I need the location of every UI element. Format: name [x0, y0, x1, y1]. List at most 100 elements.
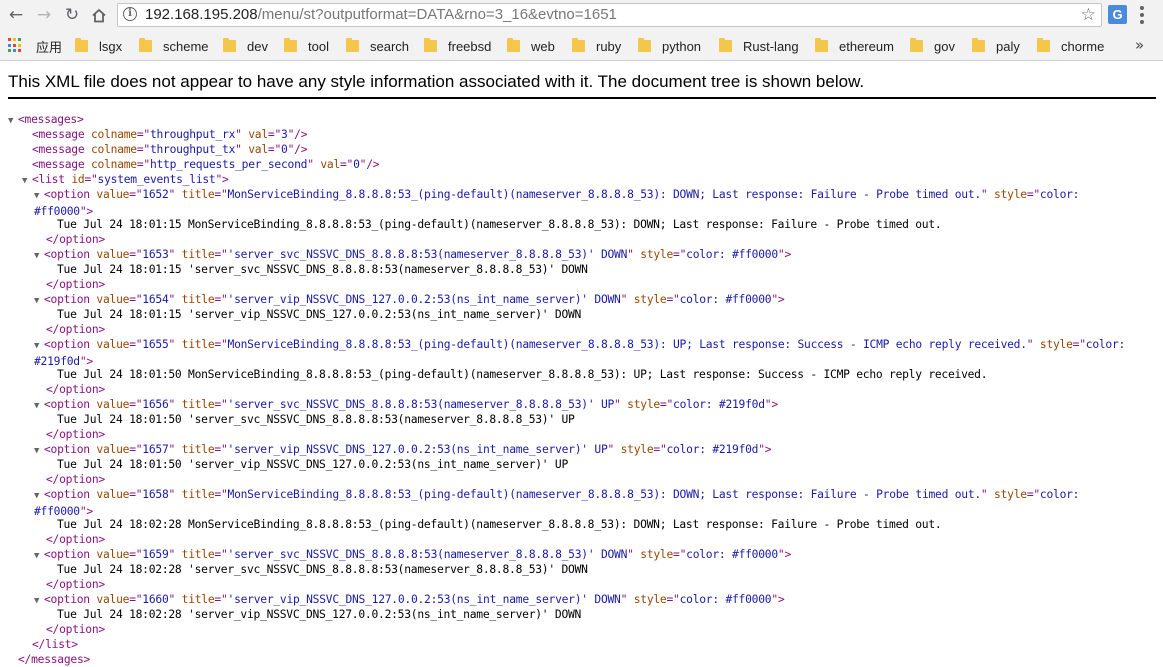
xml-option-text: Tue Jul 24 18:01:15 'server_svc_NSSVC_DN… [57, 263, 588, 276]
bookmark-folder-chorme[interactable]: chorme [1037, 31, 1104, 61]
xml-punct: =" [214, 548, 228, 561]
xml-punct: " [620, 293, 628, 306]
xml-attr-value: 1653 [142, 248, 169, 261]
bookmark-star-icon[interactable]: ☆ [1081, 5, 1096, 25]
xml-punct: =" [129, 548, 143, 561]
bookmark-folder-ethereum[interactable]: ethereum [815, 31, 894, 61]
bookmark-folder-gov[interactable]: gov [910, 31, 955, 61]
xml-punct: =" [129, 398, 143, 411]
xml-message: <message colname="throughput_tx" val="0"… [32, 142, 308, 157]
xml-attr-name: title [181, 338, 215, 351]
collapse-toggle-icon[interactable]: ▼ [34, 489, 44, 504]
xml-option-open: ▼ <option value="1658" title="MonServiceB… [34, 487, 1128, 518]
collapse-toggle-icon[interactable]: ▼ [34, 399, 44, 414]
xml-tag: > [784, 548, 791, 561]
folder-icon [507, 38, 520, 52]
xml-attr-name: title [181, 293, 215, 306]
xml-attr-value: MonServiceBinding_8.8.8.8:53_(ping-defau… [227, 188, 982, 201]
collapse-toggle-icon[interactable]: ▼ [34, 249, 44, 264]
xml-attr-value: system_events_list [97, 173, 216, 186]
back-arrow-icon[interactable]: ← [5, 4, 27, 26]
xml-attr-value: MonServiceBinding_8.8.8.8:53_(ping-defau… [227, 338, 1028, 351]
xml-option-open: ▼ <option value="1657" title="'server_vip… [34, 442, 772, 459]
kebab-menu-icon[interactable] [1140, 6, 1144, 24]
bookmark-label: scheme [163, 38, 209, 54]
xml-punct: =" [136, 158, 150, 171]
apps-grid-icon[interactable] [8, 38, 23, 53]
bookmark-folder-lsgx[interactable]: lsgx [75, 31, 122, 61]
xml-punct: =" [129, 488, 143, 501]
bookmark-folder-ruby[interactable]: ruby [572, 31, 621, 61]
info-icon[interactable]: i [123, 7, 137, 21]
xml-attr-value: 1658 [142, 488, 169, 501]
folder-icon [223, 38, 236, 52]
bookmark-folder-paly[interactable]: paly [972, 31, 1020, 61]
folder-icon [638, 38, 651, 52]
reload-icon[interactable]: ↻ [61, 4, 83, 26]
xml-tag: <message [32, 143, 85, 156]
bookmark-folder-python[interactable]: python [638, 31, 701, 61]
google-translate-icon[interactable]: G [1108, 5, 1127, 24]
xml-punct: " [168, 548, 176, 561]
xml-punct: =" [129, 293, 143, 306]
xml-option-text-line: Tue Jul 24 18:01:15 MonServiceBinding_8.… [57, 217, 942, 232]
xml-attr-value: 1657 [142, 443, 169, 456]
xml-option-text-line: Tue Jul 24 18:02:28 MonServiceBinding_8.… [57, 517, 942, 532]
bookmark-folder-web[interactable]: web [507, 31, 555, 61]
collapse-toggle-icon[interactable]: ▼ [34, 189, 44, 204]
bookmark-folder-rust-lang[interactable]: Rust-lang [719, 31, 799, 61]
xml-attr-name: value [96, 548, 130, 561]
collapse-toggle-icon[interactable]: ▼ [34, 294, 44, 309]
xml-punct: =" [666, 293, 680, 306]
xml-punct: =" [214, 398, 228, 411]
xml-attr-value: 1660 [142, 593, 169, 606]
bookmark-folder-dev[interactable]: dev [223, 31, 268, 61]
collapse-toggle-icon[interactable]: ▼ [34, 549, 44, 564]
collapse-toggle-icon[interactable]: ▼ [34, 444, 44, 459]
collapse-toggle-icon[interactable]: ▼ [22, 174, 32, 189]
xml-punct: " [168, 398, 176, 411]
xml-option-text-line: Tue Jul 24 18:01:15 'server_vip_NSSVC_DN… [57, 307, 581, 322]
bookmark-label: web [531, 38, 555, 54]
xml-tag: </option> [46, 233, 105, 246]
xml-punct: =" [129, 248, 143, 261]
xml-message: <message colname="http_requests_per_seco… [32, 157, 380, 172]
url-text[interactable]: 192.168.195.208/menu/st?outputformat=DAT… [145, 6, 617, 23]
bookmark-label: lsgx [99, 38, 123, 54]
xml-attr-value: 'server_vip_NSSVC_DNS_127.0.0.2:53(ns_in… [227, 593, 621, 606]
url-path: /menu/st?outputformat=DATA&rno=3_16&evtn… [257, 6, 617, 23]
xml-tag: > [764, 443, 772, 456]
xml-attr-name: style [640, 548, 674, 561]
xml-attr-name: value [96, 188, 130, 201]
xml-list-open: ▼ <list id="system_events_list"> [22, 172, 229, 187]
collapse-toggle-icon[interactable]: ▼ [34, 339, 44, 354]
xml-attr-value: 'server_svc_NSSVC_DNS_8.8.8.8:53(nameser… [227, 248, 628, 261]
forward-arrow-icon[interactable]: → [33, 4, 55, 26]
bookmarks-overflow-icon[interactable]: » [1135, 36, 1144, 54]
xml-punct: " [980, 188, 988, 201]
xml-option-open: ▼ <option value="1660" title="'server_vip… [34, 592, 785, 609]
xml-punct: =" [267, 143, 282, 156]
xml-option-text-line: Tue Jul 24 18:01:50 MonServiceBinding_8.… [57, 367, 988, 382]
home-icon[interactable] [88, 4, 110, 26]
xml-option-close: </option> [46, 532, 105, 547]
xml-attr-name: colname [90, 143, 137, 156]
xml-punct: " [168, 338, 176, 351]
xml-message: <message colname="throughput_rx" val="3"… [32, 127, 308, 142]
xml-attr-value: 1654 [142, 293, 169, 306]
address-bar[interactable]: i 192.168.195.208/menu/st?outputformat=D… [117, 3, 1102, 27]
bookmark-folder-search[interactable]: search [346, 31, 409, 61]
xml-tag: </option> [46, 623, 105, 636]
folder-icon [284, 38, 297, 52]
xml-attr-name: value [96, 293, 130, 306]
collapse-toggle-icon[interactable]: ▼ [8, 114, 18, 129]
bookmark-label: ruby [596, 38, 622, 54]
xml-tag: > [222, 173, 229, 186]
xml-list-close: </list> [32, 637, 78, 652]
xml-option-close: </option> [46, 322, 105, 337]
bookmark-apps[interactable]: 应用 [36, 31, 62, 61]
collapse-toggle-icon[interactable]: ▼ [34, 594, 44, 609]
bookmark-folder-scheme[interactable]: scheme [139, 31, 209, 61]
bookmark-folder-tool[interactable]: tool [284, 31, 329, 61]
bookmark-folder-freebsd[interactable]: freebsd [424, 31, 491, 61]
